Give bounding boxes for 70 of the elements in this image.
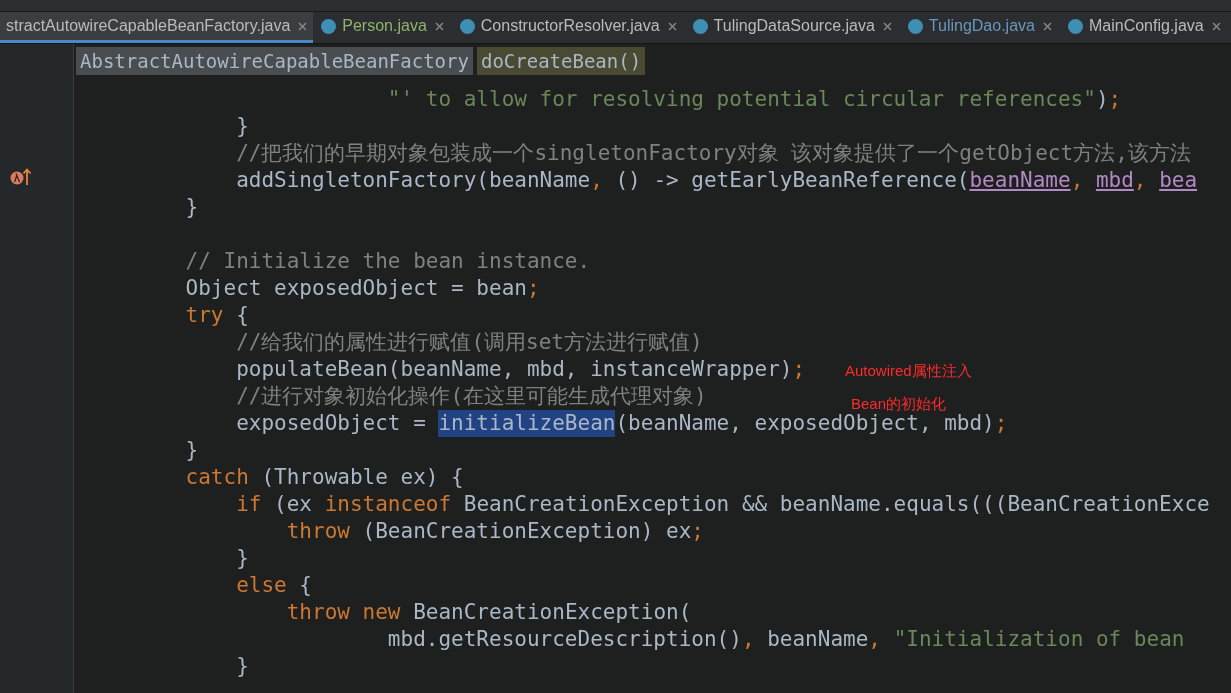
- code-token: (Throwable ex) {: [260, 464, 464, 491]
- code-token: mbd.getResourceDescription(): [386, 626, 742, 653]
- code-token: ;: [526, 275, 540, 302]
- code-token: ,: [1070, 167, 1085, 194]
- code-token: else: [235, 572, 287, 599]
- code-token: populateBean(beanName, mbd, instanceWrapper): [235, 356, 793, 383]
- code-token: {: [298, 572, 312, 599]
- code-token: BeanCreationException(: [412, 599, 692, 626]
- breadcrumb[interactable]: AbstractAutowireCapableBeanFactory: [76, 47, 473, 75]
- code-token: {: [235, 302, 249, 329]
- code-token: ,: [590, 167, 604, 194]
- class-icon: [907, 18, 923, 34]
- code-token: throw: [285, 518, 350, 545]
- code-token: ;: [691, 518, 704, 545]
- code-token: }: [235, 113, 249, 140]
- code-token: (beanName, exposedObject, mbd): [615, 411, 995, 437]
- code-token: beanName: [767, 626, 869, 653]
- code-token: BeanCreationException && beanName.equals(((BeanCreationExce: [462, 491, 1210, 518]
- code-token: try: [184, 302, 224, 329]
- code-token: ): [1095, 86, 1109, 113]
- class-icon: [459, 18, 475, 34]
- code-token: "Initialization of bean: [893, 626, 1185, 653]
- code-token: Object exposedObject = bean: [184, 275, 527, 302]
- code-token: ;: [994, 410, 1008, 437]
- class-icon: [321, 18, 337, 34]
- code-token: instanceof: [324, 491, 452, 518]
- code-comment: // Initialize the bean instance.: [184, 248, 591, 275]
- close-icon[interactable]: [667, 21, 677, 31]
- code-token: (ex: [273, 491, 313, 518]
- close-icon[interactable]: [298, 21, 308, 31]
- annotation-text: Bean的初始化: [851, 394, 947, 414]
- code-token: if: [235, 491, 262, 518]
- code-token: addSingletonFactory(beanName: [235, 167, 591, 194]
- code-token: ;: [1108, 86, 1122, 113]
- code-token: throw new: [285, 599, 401, 626]
- code-comment: //把我们的早期对象包装成一个singletonFactory对象 该对象提供了一个getObject方法,该方法: [235, 140, 1191, 167]
- close-icon[interactable]: [882, 21, 892, 31]
- editor-tab[interactable]: stractAutowireCapableBeanFactory.java: [0, 12, 314, 43]
- code-token: (BeanCreationException) ex: [361, 518, 692, 545]
- editor-tab[interactable]: MainConfig.java: [1059, 12, 1229, 43]
- class-icon: [692, 18, 708, 34]
- annotation-text: Autowired属性注入: [845, 361, 972, 381]
- breadcrumb[interactable]: doCreateBean(): [476, 47, 646, 75]
- code-token: ,: [741, 626, 756, 653]
- code-token: }: [235, 653, 249, 680]
- class-icon: [1067, 18, 1083, 34]
- code-token: ,: [868, 626, 882, 653]
- code-token: ;: [792, 356, 806, 383]
- code-token: bea: [1159, 167, 1198, 194]
- editor-tab[interactable]: ConstructorResolver.java: [451, 12, 685, 43]
- editor-tab[interactable]: TulingDataSource.java: [684, 12, 900, 43]
- code-token: ,: [1133, 167, 1148, 194]
- code-token: exposedObject =: [235, 410, 427, 437]
- close-icon[interactable]: [434, 21, 444, 31]
- editor-tab[interactable]: Person.java: [313, 12, 452, 43]
- close-icon[interactable]: [1211, 21, 1221, 31]
- code-token: "' to allow for resolving potential circular references": [386, 86, 1096, 113]
- code-comment: //进行对象初始化操作(在这里可能生成代理对象): [235, 383, 707, 410]
- code-comment: //给我们的属性进行赋值(调用set方法进行赋值): [235, 329, 703, 356]
- code-token: }: [235, 545, 249, 572]
- code-token: initializeBean: [438, 410, 616, 437]
- code-token: () -> getEarlyBeanReference(: [615, 167, 970, 194]
- lambda-arrow-icon[interactable]: [10, 168, 32, 186]
- code-token: beanName: [969, 167, 1071, 194]
- code-token: }: [184, 194, 199, 221]
- code-token: mbd: [1095, 167, 1134, 194]
- editor-tab[interactable]: TulingDao.java: [899, 12, 1060, 43]
- code-token: }: [184, 437, 199, 464]
- close-icon[interactable]: [1042, 21, 1052, 31]
- code-token: catch: [184, 464, 249, 491]
